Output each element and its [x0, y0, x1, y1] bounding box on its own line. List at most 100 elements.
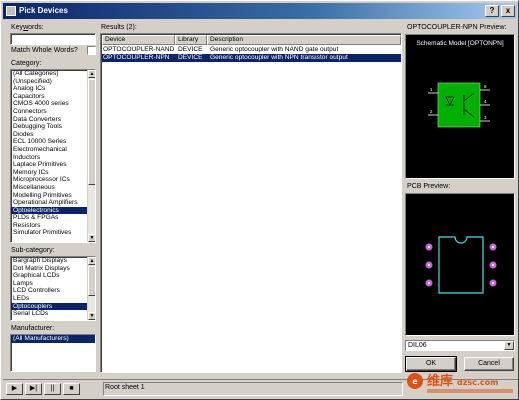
subcategory-item[interactable]: LEDs: [11, 295, 95, 303]
list-item[interactable]: (All Manufacturers): [11, 335, 95, 343]
keywords-input[interactable]: [10, 33, 96, 45]
category-item[interactable]: Resistors: [11, 222, 95, 230]
component-body: [437, 82, 481, 128]
category-item[interactable]: Simulator Primitives: [11, 229, 95, 237]
pin-number: 6: [484, 84, 487, 89]
pin-number: 1: [430, 87, 433, 92]
scroll-thumb[interactable]: [88, 266, 95, 296]
step-icon[interactable]: ▶|: [25, 383, 42, 395]
subcategory-label: Sub-category:: [11, 247, 55, 254]
window-title: Pick Devices: [19, 6, 68, 15]
pin-number: 4: [484, 99, 487, 104]
cell-library: DEVICE: [178, 54, 203, 61]
pcb-pad-hole: [427, 281, 431, 285]
status-pane: [103, 382, 403, 396]
cell-library: DEVICE: [178, 46, 203, 53]
schematic-model-label: Schematic Model [OPTONPN]: [416, 40, 503, 47]
schematic-preview: Schematic Model [OPTONPN] 1 2 6 4 3: [405, 34, 515, 179]
scroll-thumb[interactable]: [88, 79, 95, 185]
category-item[interactable]: Connectors: [11, 108, 95, 116]
category-item[interactable]: Memory ICs: [11, 169, 95, 177]
category-item[interactable]: Data Converters: [11, 116, 95, 124]
cell-device: OPTOCOUPLER-NAND: [103, 46, 175, 53]
package-select[interactable]: DIL06 ▼: [405, 340, 515, 351]
category-item[interactable]: Inductors: [11, 154, 95, 162]
manufacturer-list[interactable]: (All Manufacturers): [10, 334, 96, 372]
pcb-pad-hole: [427, 263, 431, 267]
category-scrollbar[interactable]: ▲ ▼: [87, 70, 95, 242]
category-item[interactable]: Modelling Primitives: [11, 192, 95, 200]
watermark-bar: [427, 389, 513, 393]
category-item[interactable]: (All Categories): [11, 70, 95, 78]
app-icon: [6, 6, 16, 16]
pause-icon[interactable]: ||: [44, 383, 61, 395]
pcb-preview: [405, 193, 515, 336]
package-outline: [438, 236, 484, 294]
category-item[interactable]: Capacitors: [11, 93, 95, 101]
subcategory-list[interactable]: Bargraph Displays Dot Matrix Displays Grap…: [10, 256, 96, 321]
category-item[interactable]: PLDs & FPGAs: [11, 214, 95, 222]
results-table[interactable]: Device Library Description OPTOCOUPLER-N…: [100, 33, 402, 373]
cell-device: OPTOCOUPLER-NPN: [103, 54, 170, 61]
column-header-device[interactable]: Device: [102, 35, 175, 45]
category-item[interactable]: Debugging Tools: [11, 123, 95, 131]
stop-icon[interactable]: ■: [63, 383, 80, 395]
column-header-library[interactable]: Library: [175, 35, 207, 45]
category-item[interactable]: Optoelectronics: [11, 206, 95, 215]
scroll-up-icon[interactable]: ▲: [88, 70, 95, 78]
category-item[interactable]: (Unspecified): [11, 78, 95, 86]
table-row[interactable]: OPTOCOUPLER-NAND DEVICE Generic optocoup…: [102, 46, 401, 54]
category-item[interactable]: Electromechanical: [11, 146, 95, 154]
chevron-down-icon[interactable]: ▼: [504, 341, 514, 350]
pcb-pad-hole: [427, 245, 431, 249]
subcategory-item[interactable]: Bargraph Displays: [11, 257, 95, 265]
column-header-description[interactable]: Description: [207, 35, 401, 45]
category-item[interactable]: Laplace Primitives: [11, 161, 95, 169]
pick-devices-dialog: Pick Devices ? x Keywords: Match Whole W…: [0, 0, 519, 400]
package-value: DIL06: [408, 342, 427, 349]
ok-button[interactable]: OK: [405, 356, 457, 372]
category-list[interactable]: (All Categories) (Unspecified) Analog ICs C…: [10, 69, 96, 243]
subcategory-item[interactable]: Graphical LCDs: [11, 272, 95, 280]
subcategory-item[interactable]: LCD Controllers: [11, 287, 95, 295]
pcb-pad-hole: [491, 263, 495, 267]
close-button[interactable]: x: [501, 5, 515, 17]
play-icon[interactable]: ▶: [6, 383, 23, 395]
subcategory-item[interactable]: Optocouplers: [11, 302, 95, 311]
subcategory-item[interactable]: Dot Matrix Displays: [11, 265, 95, 273]
category-item[interactable]: Operational Amplifiers: [11, 199, 95, 207]
pin-number: 3: [484, 115, 487, 120]
cancel-button[interactable]: Cancel: [464, 357, 514, 371]
match-whole-words-label: Match Whole Words?: [11, 47, 78, 54]
watermark-subtext: dzsc.com: [457, 378, 499, 387]
table-row[interactable]: OPTOCOUPLER-NPN DEVICE Generic optocoupl…: [102, 54, 401, 62]
scroll-down-icon[interactable]: ▼: [88, 234, 95, 242]
category-item[interactable]: Miscellaneous: [11, 184, 95, 192]
category-item[interactable]: CMOS 4000 series: [11, 100, 95, 108]
category-item[interactable]: Analog ICs: [11, 85, 95, 93]
category-item[interactable]: Diodes: [11, 131, 95, 139]
watermark-text: 维库: [427, 373, 453, 389]
keywords-label: Keywords:: [11, 24, 44, 31]
subcategory-scrollbar[interactable]: ▲ ▼: [87, 257, 95, 320]
manufacturer-label: Manufacturer:: [11, 325, 55, 332]
cell-description: Generic optocoupler with NAND gate outpu…: [210, 46, 339, 53]
scroll-up-icon[interactable]: ▲: [88, 257, 95, 265]
status-text: Root sheet 1: [105, 384, 145, 391]
category-label: Category:: [11, 60, 42, 67]
cell-description: Generic optocoupler with NPN transistor …: [210, 54, 348, 61]
match-whole-words-checkbox[interactable]: [87, 46, 96, 55]
scroll-down-icon[interactable]: ▼: [88, 312, 95, 320]
category-item[interactable]: ECL 10000 Series: [11, 138, 95, 146]
pcb-pad-hole: [491, 245, 495, 249]
pcb-svg: [425, 236, 497, 294]
subcategory-item[interactable]: Serial LCDs: [11, 310, 95, 318]
results-label: Results (2):: [101, 24, 137, 31]
watermark-logo: e 维库 dzsc.com: [407, 373, 513, 393]
preview-title: OPTOCOUPLER-NPN Preview:: [407, 24, 507, 31]
subcategory-item[interactable]: Lamps: [11, 280, 95, 288]
pcb-preview-label: PCB Preview:: [407, 183, 451, 190]
pcb-pad-hole: [491, 281, 495, 285]
category-item[interactable]: Microprocessor ICs: [11, 176, 95, 184]
help-button[interactable]: ?: [485, 5, 499, 17]
